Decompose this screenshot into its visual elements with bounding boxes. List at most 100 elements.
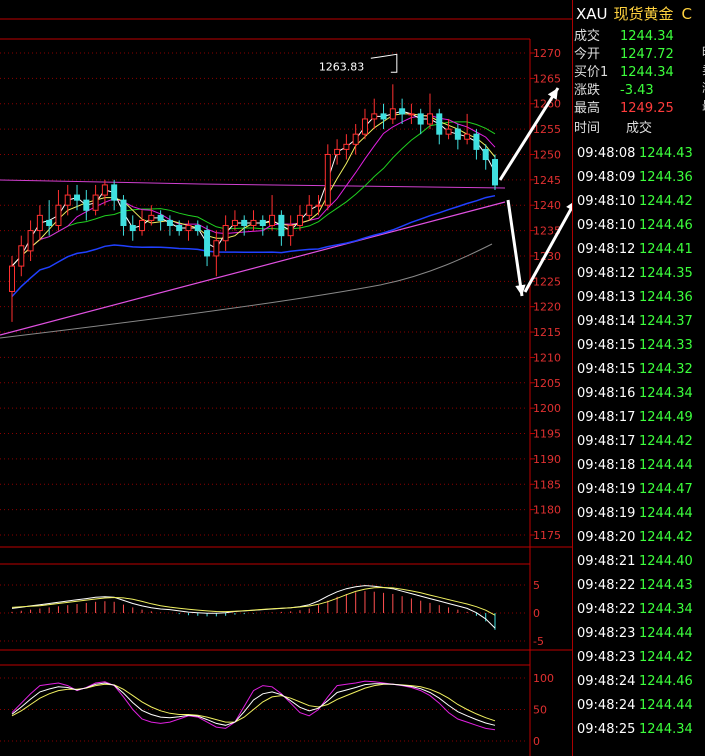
tick-price: 1244.44	[639, 626, 693, 641]
tick-price: 1244.41	[639, 242, 693, 257]
candle-body	[492, 159, 498, 186]
candle-body	[352, 133, 359, 145]
candle-body	[259, 219, 266, 227]
price-tick-label: 1245	[533, 174, 561, 187]
tick-row[interactable]: 09:48:24 1244.44	[577, 698, 693, 713]
candle-body	[445, 128, 452, 135]
price-tick-label: 1265	[533, 72, 561, 85]
tick-time: 09:48:15	[577, 338, 636, 353]
tick-row[interactable]: 09:48:19 1244.47	[577, 482, 693, 497]
quote-row-label: 今开	[574, 47, 601, 62]
tick-price: 1244.44	[639, 506, 693, 521]
tick-row[interactable]: 09:48:10 1244.46	[577, 218, 693, 233]
macd-dea-line	[11, 586, 496, 616]
quote-panel: XAU现货黄金C 成交1244.34今开1247.72昨买价11244.34卖涨…	[572, 0, 705, 756]
kdj-tick-label: 50	[533, 704, 547, 717]
symbol-name: 现货黄金	[613, 5, 674, 23]
tick-price: 1244.34	[639, 722, 693, 737]
tick-row[interactable]: 09:48:12 1244.35	[577, 266, 693, 281]
quote-row-value: 1247.72	[620, 47, 674, 62]
tick-row[interactable]: 09:48:12 1244.41	[577, 242, 693, 257]
candle-body	[454, 128, 461, 140]
candle-body	[361, 118, 368, 135]
price-tick-label: 1190	[533, 453, 561, 466]
price-tick-label: 1205	[533, 377, 561, 390]
annotation-arrow-down	[506, 199, 524, 297]
tick-time: 09:48:08	[577, 146, 636, 161]
candle-body	[46, 219, 53, 227]
tick-row[interactable]: 09:48:16 1244.34	[577, 386, 693, 401]
tick-row[interactable]: 09:48:17 1244.42	[577, 434, 693, 449]
candle-body	[213, 240, 220, 257]
price-tick-label: 1180	[533, 504, 561, 517]
tick-row[interactable]: 09:48:24 1244.46	[577, 674, 693, 689]
quote-row-value: 1244.34	[620, 65, 674, 80]
tick-price: 1244.49	[639, 410, 693, 425]
quote-row: 买价11244.34卖	[574, 61, 705, 80]
tick-price: 1244.34	[639, 602, 693, 617]
symbol-extra: C	[681, 5, 693, 23]
price-tick-label: 1185	[533, 478, 561, 491]
quote-row-label: 最高	[574, 101, 601, 116]
ma-green-line	[11, 121, 496, 267]
tick-row[interactable]: 09:48:23 1244.42	[577, 650, 693, 665]
tick-time: 09:48:12	[577, 266, 636, 281]
macd-tick-label: 0	[533, 607, 540, 620]
tick-price: 1244.34	[639, 386, 693, 401]
tick-price: 1244.42	[639, 194, 693, 209]
tick-row[interactable]: 09:48:10 1244.42	[577, 194, 693, 209]
candle-body	[129, 225, 136, 232]
candle-body	[36, 214, 43, 232]
tick-row[interactable]: 09:48:17 1244.49	[577, 410, 693, 425]
tick-time: 09:48:19	[577, 482, 636, 497]
tick-time: 09:48:22	[577, 602, 636, 617]
candle-body	[296, 214, 303, 227]
tick-time: 09:48:15	[577, 362, 636, 377]
price-tick-label: 1250	[533, 148, 561, 161]
candle-body	[120, 199, 127, 227]
tick-row[interactable]: 09:48:22 1244.43	[577, 578, 693, 593]
price-tick-label: 1220	[533, 301, 561, 314]
candle-body	[408, 113, 415, 116]
tick-row[interactable]: 09:48:19 1244.44	[577, 506, 693, 521]
tick-time: 09:48:24	[577, 698, 636, 713]
ma-magenta-line	[11, 114, 496, 267]
candle-body	[464, 133, 471, 140]
tick-price: 1244.42	[639, 530, 693, 545]
tick-price: 1244.42	[639, 434, 693, 449]
tick-time: 09:48:12	[577, 242, 636, 257]
tick-row[interactable]: 09:48:15 1244.33	[577, 338, 693, 353]
candle-body	[101, 184, 108, 196]
macd-tick-label: 5	[533, 579, 540, 592]
macd-tick-label: -5	[533, 635, 544, 648]
tick-row[interactable]: 09:48:22 1244.34	[577, 602, 693, 617]
tick-row[interactable]: 09:48:25 1244.34	[577, 722, 693, 737]
candle-body	[74, 194, 81, 201]
tick-row[interactable]: 09:48:14 1244.37	[577, 314, 693, 329]
tick-row[interactable]: 09:48:08 1244.43	[577, 146, 693, 161]
candle-body	[399, 108, 406, 115]
tick-row[interactable]: 09:48:09 1244.36	[577, 170, 693, 185]
quote-row: 今开1247.72昨	[574, 43, 705, 62]
ma-white-line	[11, 110, 496, 267]
candle-body	[83, 199, 90, 211]
tick-time: 09:48:21	[577, 554, 636, 569]
tick-row[interactable]: 09:48:18 1244.44	[577, 458, 693, 473]
price-chart[interactable]: 1270126512601255125012451240123512301225…	[0, 0, 572, 756]
slow-ma-line	[0, 243, 493, 339]
tick-row[interactable]: 09:48:15 1244.32	[577, 362, 693, 377]
price-tick-label: 1215	[533, 326, 561, 339]
tick-row[interactable]: 09:48:20 1244.42	[577, 530, 693, 545]
tick-time: 09:48:24	[577, 674, 636, 689]
tick-row[interactable]: 09:48:23 1244.44	[577, 626, 693, 641]
tick-row[interactable]: 09:48:13 1244.36	[577, 290, 693, 305]
candle-body	[389, 108, 396, 120]
quote-row: 成交 1244.34	[574, 25, 674, 44]
tick-price: 1244.46	[639, 218, 693, 233]
candle-body	[315, 204, 322, 207]
quote-header: XAU 现货黄金 C	[576, 3, 692, 24]
tick-price: 1244.40	[639, 554, 693, 569]
price-tick-label: 1255	[533, 123, 561, 136]
tick-row[interactable]: 09:48:21 1244.40	[577, 554, 693, 569]
tick-price: 1244.47	[639, 482, 693, 497]
